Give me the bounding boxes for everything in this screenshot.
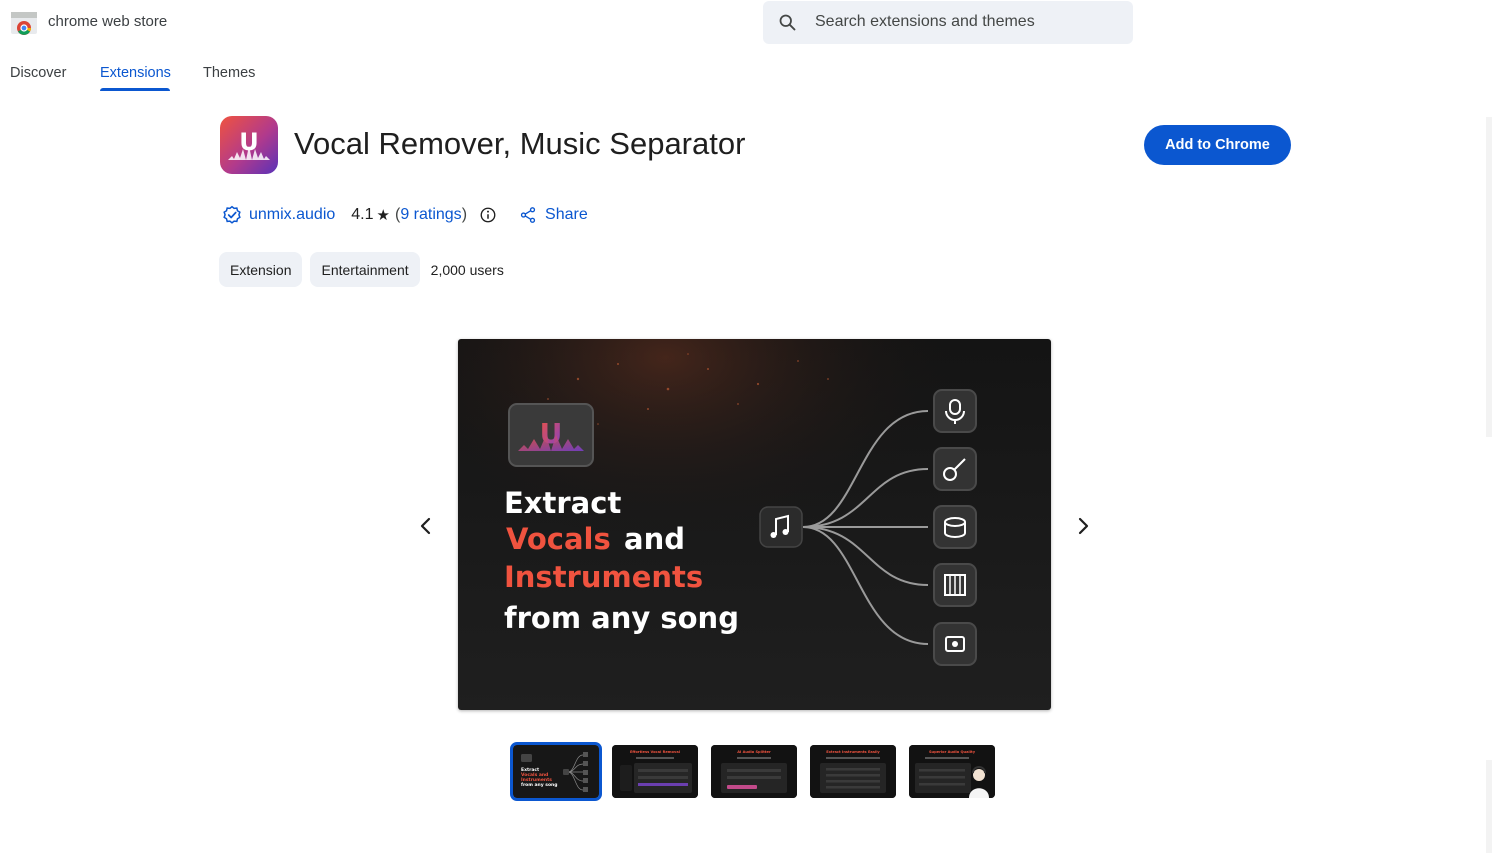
screenshot-thumbnails: Extract Vocals and Instruments from any … [510,742,1008,801]
extension-title: Vocal Remover, Music Separator [294,126,746,161]
thumbnail-5[interactable]: Superior Audio Quality [909,745,995,798]
thumbnail-4[interactable]: Extract Instruments Easily [810,745,896,798]
tab-extensions[interactable]: Extensions [100,65,171,81]
add-to-chrome-button[interactable]: Add to Chrome [1144,125,1291,165]
chevron-right-icon[interactable] [1069,512,1097,540]
svg-text:Instruments: Instruments [504,560,703,594]
piano-icon [933,563,977,607]
thumbnail-3[interactable]: AI Audio Splitter [711,745,797,798]
svg-text:Extract Instruments Easily: Extract Instruments Easily [826,750,880,754]
drum-icon [933,505,977,549]
hero-screenshot[interactable]: U Extract Vocals and Instruments from an… [458,339,1051,710]
thumbnail-1[interactable]: Extract Vocals and Instruments from any … [510,742,602,801]
rating-value: 4.1 [351,206,374,223]
search-bar[interactable]: Search extensions and themes [763,1,1133,44]
speaker-icon [933,622,977,666]
side-panel-edge-lower [1486,760,1492,853]
ratings-link[interactable]: 9 ratings [400,206,461,223]
extension-icon: U [220,116,278,174]
thumbnail-2[interactable]: Effortless Vocal Removal [612,745,698,798]
search-icon [779,14,796,31]
chrome-store-logo-icon[interactable] [10,9,38,37]
user-count: 2,000 users [430,261,504,278]
svg-text:Extract: Extract [504,486,621,520]
svg-text:Effortless Vocal Removal: Effortless Vocal Removal [630,750,680,754]
share-icon[interactable] [519,206,537,224]
chip-extension[interactable]: Extension [219,252,303,287]
svg-text:from any song: from any song [504,601,739,635]
svg-text:from any song: from any song [521,782,557,788]
share-button[interactable]: Share [545,206,588,224]
svg-text:Superior Audio Quality: Superior Audio Quality [929,750,976,754]
guitar-icon [933,447,977,491]
search-input[interactable]: Search extensions and themes [815,13,1035,31]
extension-chips: Extension Entertainment 2,000 users [219,252,504,287]
extension-meta-row: unmix.audio 4.1 ★ (9 ratings) Share [222,203,588,227]
ratings-count[interactable]: (9 ratings) [395,206,467,224]
svg-text:AI Audio Splitter: AI Audio Splitter [737,750,771,754]
side-panel-edge [1486,117,1492,437]
tab-themes[interactable]: Themes [203,65,255,81]
tab-discover[interactable]: Discover [10,65,66,81]
verified-icon [223,205,241,224]
top-bar: chrome web store Search extensions and t… [0,0,1492,48]
music-note-icon [759,506,803,548]
svg-text:and: and [624,522,685,556]
info-icon[interactable] [479,206,497,224]
publisher-link[interactable]: unmix.audio [249,206,335,224]
store-name[interactable]: chrome web store [48,13,167,30]
active-tab-indicator [100,88,170,91]
microphone-icon [933,389,977,433]
chevron-left-icon[interactable] [412,512,440,540]
chip-entertainment[interactable]: Entertainment [310,252,420,287]
svg-text:Vocals: Vocals [506,522,611,556]
star-icon: ★ [376,207,390,224]
